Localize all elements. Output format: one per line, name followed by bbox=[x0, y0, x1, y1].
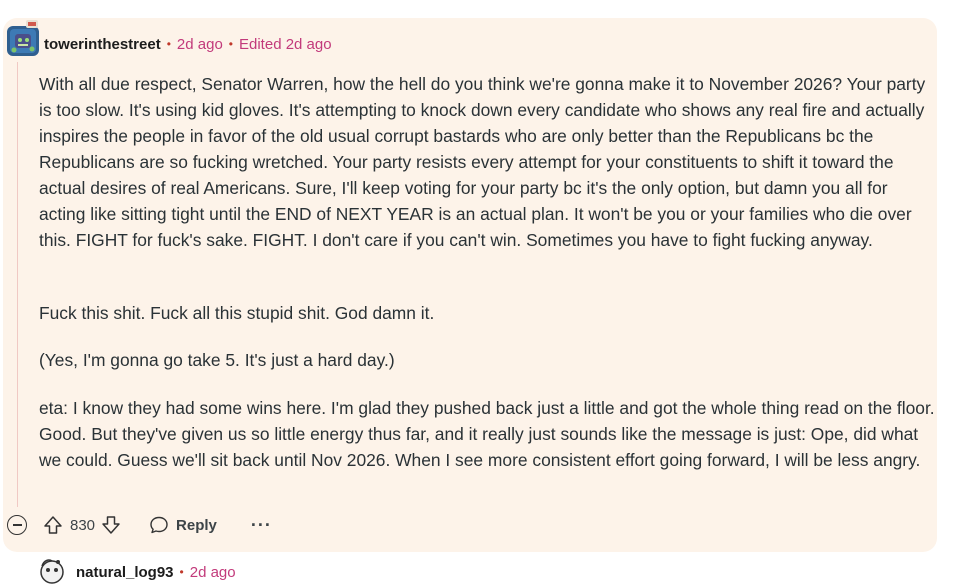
upvote-button[interactable] bbox=[43, 515, 63, 535]
edited-timestamp: Edited 2d ago bbox=[239, 35, 332, 53]
meta-separator: • bbox=[166, 37, 171, 51]
reply-label: Reply bbox=[176, 516, 217, 534]
vote-count: 830 bbox=[70, 516, 96, 534]
collapse-icon[interactable] bbox=[7, 515, 27, 535]
avatar-snoo-icon[interactable] bbox=[34, 558, 70, 586]
user-avatar[interactable] bbox=[6, 20, 40, 58]
reply-button[interactable]: Reply bbox=[149, 515, 217, 535]
comment-paragraph: eta: I know they had some wins here. I'm… bbox=[39, 398, 935, 470]
comment-paragraph: (Yes, I'm gonna go take 5. It's just a h… bbox=[39, 350, 395, 370]
comment-bubble-icon bbox=[150, 516, 168, 534]
next-comment-header: natural_log93 • 2d ago bbox=[34, 558, 236, 586]
comment-actions: 830 Reply ··· bbox=[7, 512, 272, 538]
comment-timestamp[interactable]: 2d ago bbox=[190, 564, 236, 581]
meta-separator: • bbox=[179, 565, 184, 579]
comment-timestamp[interactable]: 2d ago bbox=[177, 36, 223, 53]
avatar-snoo-icon bbox=[7, 20, 39, 56]
more-options-icon[interactable]: ··· bbox=[251, 515, 272, 536]
meta-separator: • bbox=[228, 37, 233, 51]
downvote-button[interactable] bbox=[101, 515, 121, 535]
comment-paragraph: Fuck this shit. Fuck all this stupid shi… bbox=[39, 303, 435, 323]
comment-author[interactable]: towerinthestreet bbox=[44, 36, 161, 53]
downvote-icon bbox=[102, 516, 120, 534]
comment-paragraph: With all due respect, Senator Warren, ho… bbox=[39, 74, 926, 250]
upvote-icon bbox=[44, 516, 62, 534]
comment-author[interactable]: natural_log93 bbox=[76, 564, 174, 581]
comment-meta: towerinthestreet • 2d ago • Edited 2d ag… bbox=[44, 34, 332, 54]
thread-line[interactable] bbox=[17, 62, 18, 507]
